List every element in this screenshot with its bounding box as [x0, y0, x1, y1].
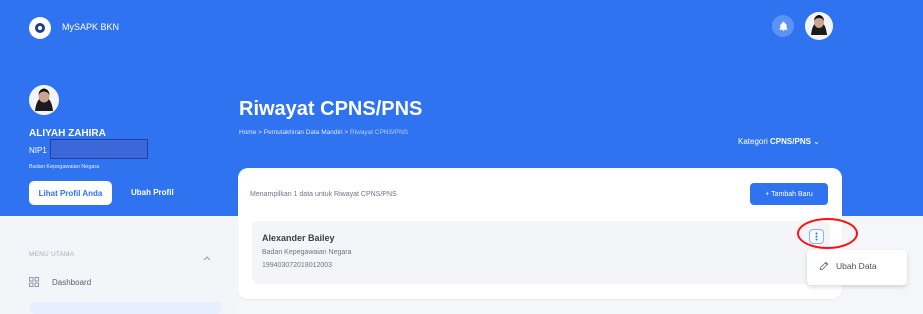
profile-avatar — [29, 85, 59, 115]
profile-name: ALIYAH ZAHIRA — [29, 128, 106, 139]
sidebar-item-label: Dashboard — [52, 277, 92, 287]
add-record-button[interactable]: + Tambah Baru — [750, 183, 828, 205]
sidebar-item-dashboard[interactable]: Dashboard — [29, 277, 91, 287]
record-organization: Badan Kepegawaian Negara — [262, 249, 352, 256]
category-label: Kategori — [738, 137, 768, 146]
nip-redaction-box — [50, 139, 148, 159]
app-logo[interactable] — [29, 17, 51, 39]
record-actions-menu: Ubah Data — [807, 250, 907, 285]
sidebar-section-title: MENU UTAMA — [29, 251, 75, 258]
notification-button[interactable] — [772, 15, 794, 37]
edit-data-label: Ubah Data — [836, 261, 877, 271]
app-name: MySAPK BKN — [62, 22, 120, 32]
dashboard-icon — [29, 277, 39, 287]
breadcrumb: Home > Pemutakhiran Data Mandiri > Riway… — [239, 129, 408, 136]
profile-nip: NIP1 — [29, 146, 47, 155]
category-selector[interactable]: Kategori CPNS/PNS ⌄ — [738, 137, 820, 146]
page-title: Riwayat CPNS/PNS — [239, 98, 423, 120]
edit-profile-button[interactable]: Ubah Profil — [131, 188, 174, 197]
annotation-highlight-circle — [797, 218, 858, 249]
avatar-icon — [805, 12, 833, 40]
sidebar-active-item[interactable] — [29, 302, 222, 314]
record-summary: Menampilkan 1 data untuk Riwayat CPNS/PN… — [250, 191, 397, 198]
category-value: CPNS/PNS — [770, 137, 811, 146]
record-nip: 199403072018012003 — [262, 262, 333, 269]
bell-icon — [778, 20, 788, 31]
view-profile-button[interactable]: Lihat Profil Anda — [29, 181, 112, 205]
logo-mark-icon — [35, 23, 45, 33]
records-card: Menampilkan 1 data untuk Riwayat CPNS/PN… — [238, 168, 842, 299]
record-item: Alexander Bailey Badan Kepegawaian Negar… — [252, 221, 830, 284]
breadcrumb-separator: > — [256, 129, 264, 136]
chevron-down-icon: ⌄ — [813, 137, 820, 146]
breadcrumb-parent[interactable]: Pemutakhiran Data Mandiri — [264, 129, 343, 136]
avatar-icon — [29, 85, 59, 115]
breadcrumb-current: Riwayat CPNS/PNS — [349, 129, 409, 136]
user-avatar-button[interactable] — [805, 12, 833, 40]
record-name: Alexander Bailey — [262, 233, 335, 243]
profile-organization: Badan Kepegawaian Negara — [29, 164, 100, 170]
breadcrumb-separator: > — [342, 129, 350, 136]
breadcrumb-home[interactable]: Home — [239, 129, 256, 136]
sidebar-background — [0, 216, 234, 314]
chevron-up-icon[interactable] — [203, 254, 211, 262]
pencil-icon — [819, 261, 829, 271]
edit-data-menu-item[interactable]: Ubah Data — [819, 261, 877, 271]
